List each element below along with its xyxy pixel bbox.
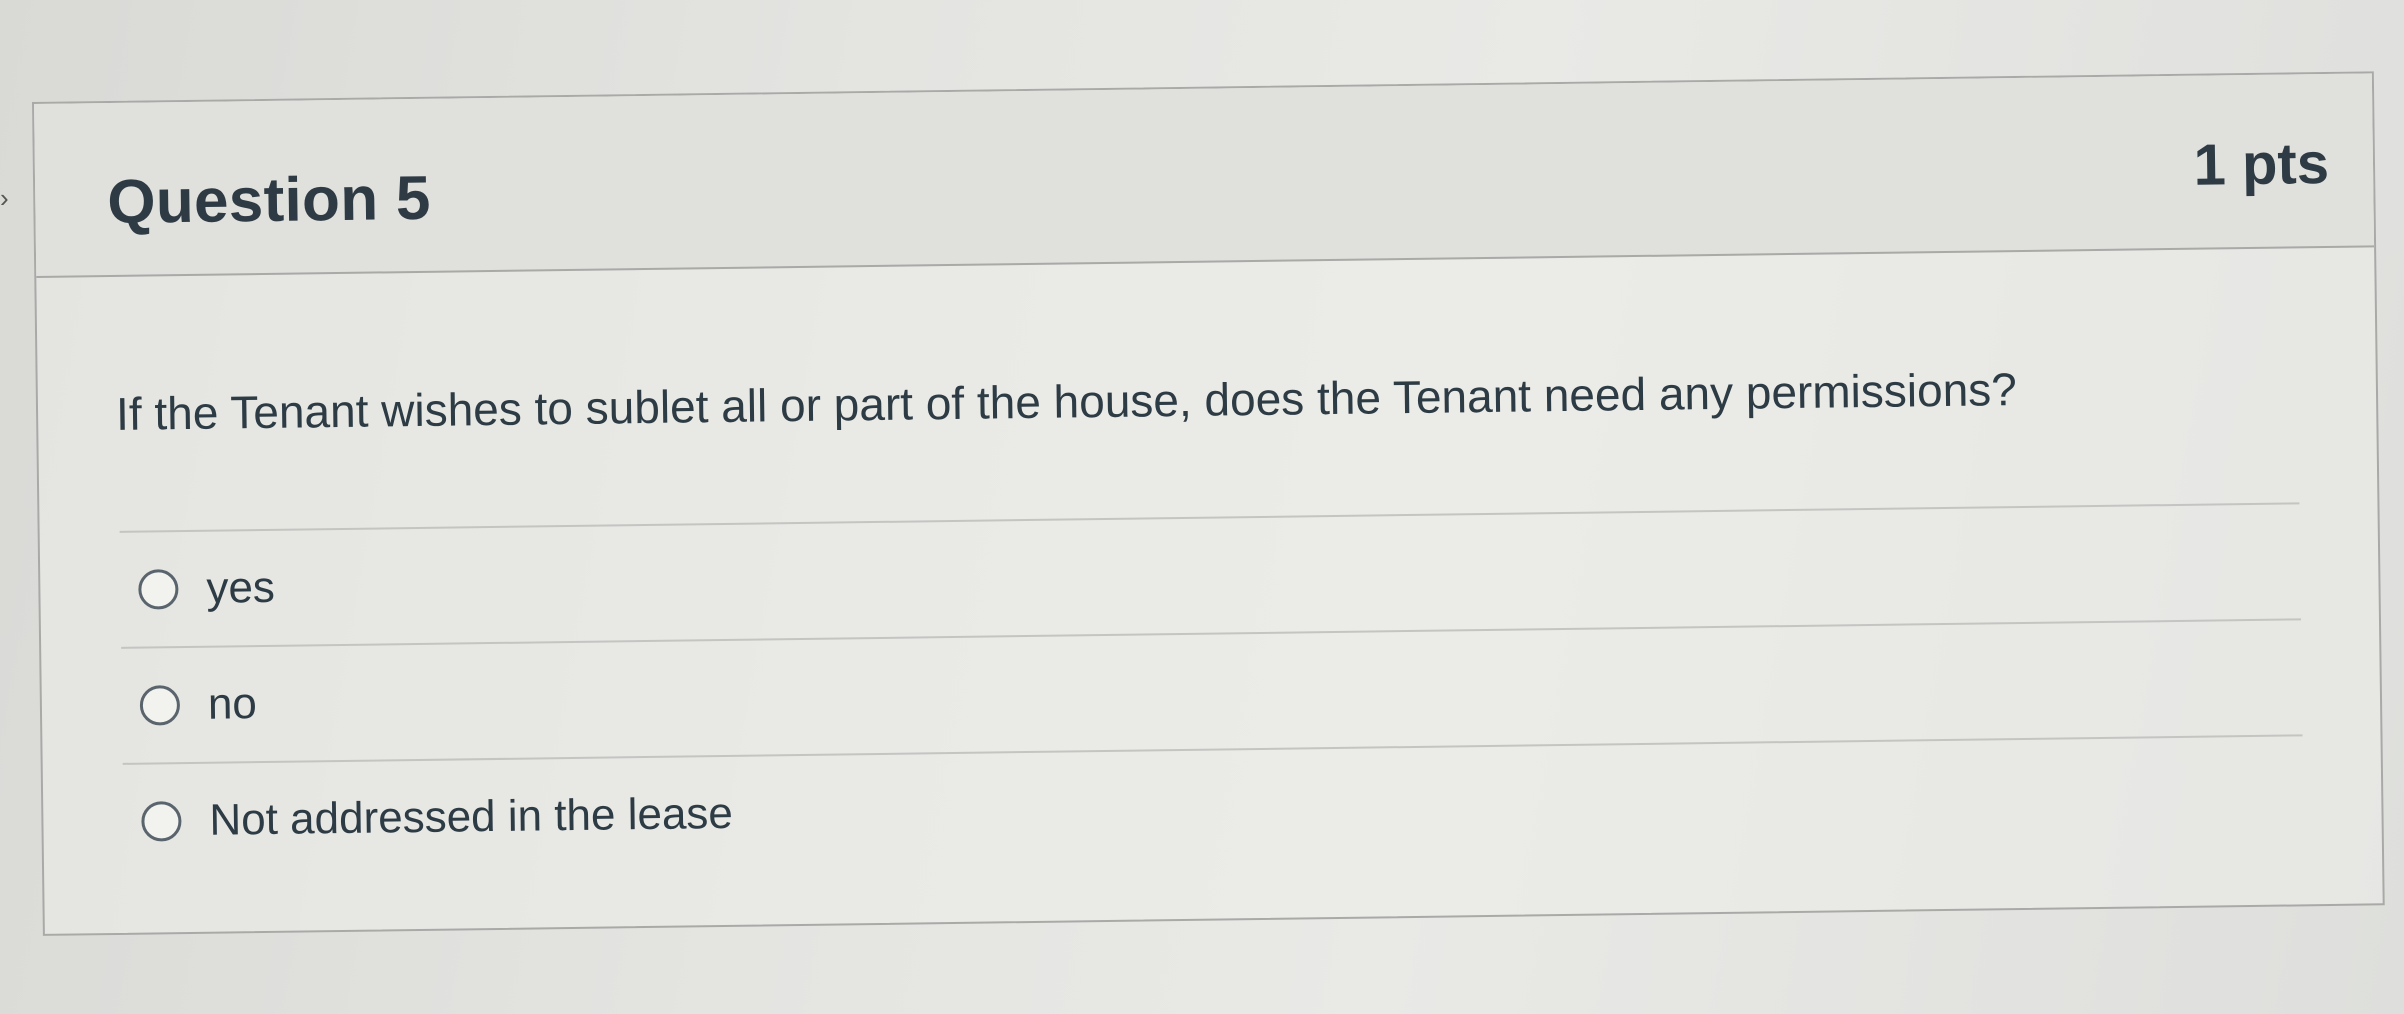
radio-button[interactable] <box>139 685 181 726</box>
question-header: Question 5 1 pts <box>34 73 2375 278</box>
question-card: Question 5 1 pts If the Tenant wishes to… <box>32 71 2385 936</box>
chevron-right-icon[interactable]: › <box>0 182 14 214</box>
question-text: If the Tenant wishes to sublet all or pa… <box>115 363 2018 440</box>
question-title: Question 5 <box>106 163 432 238</box>
radio-button[interactable] <box>141 801 182 842</box>
radio-button[interactable] <box>138 569 179 610</box>
question-points: 1 pts <box>2193 130 2330 198</box>
answer-label: Not addressed in the lease <box>209 788 734 845</box>
answer-label: no <box>207 679 258 729</box>
question-body: If the Tenant wishes to sublet all or pa… <box>36 247 2382 934</box>
answer-label: yes <box>206 562 276 613</box>
